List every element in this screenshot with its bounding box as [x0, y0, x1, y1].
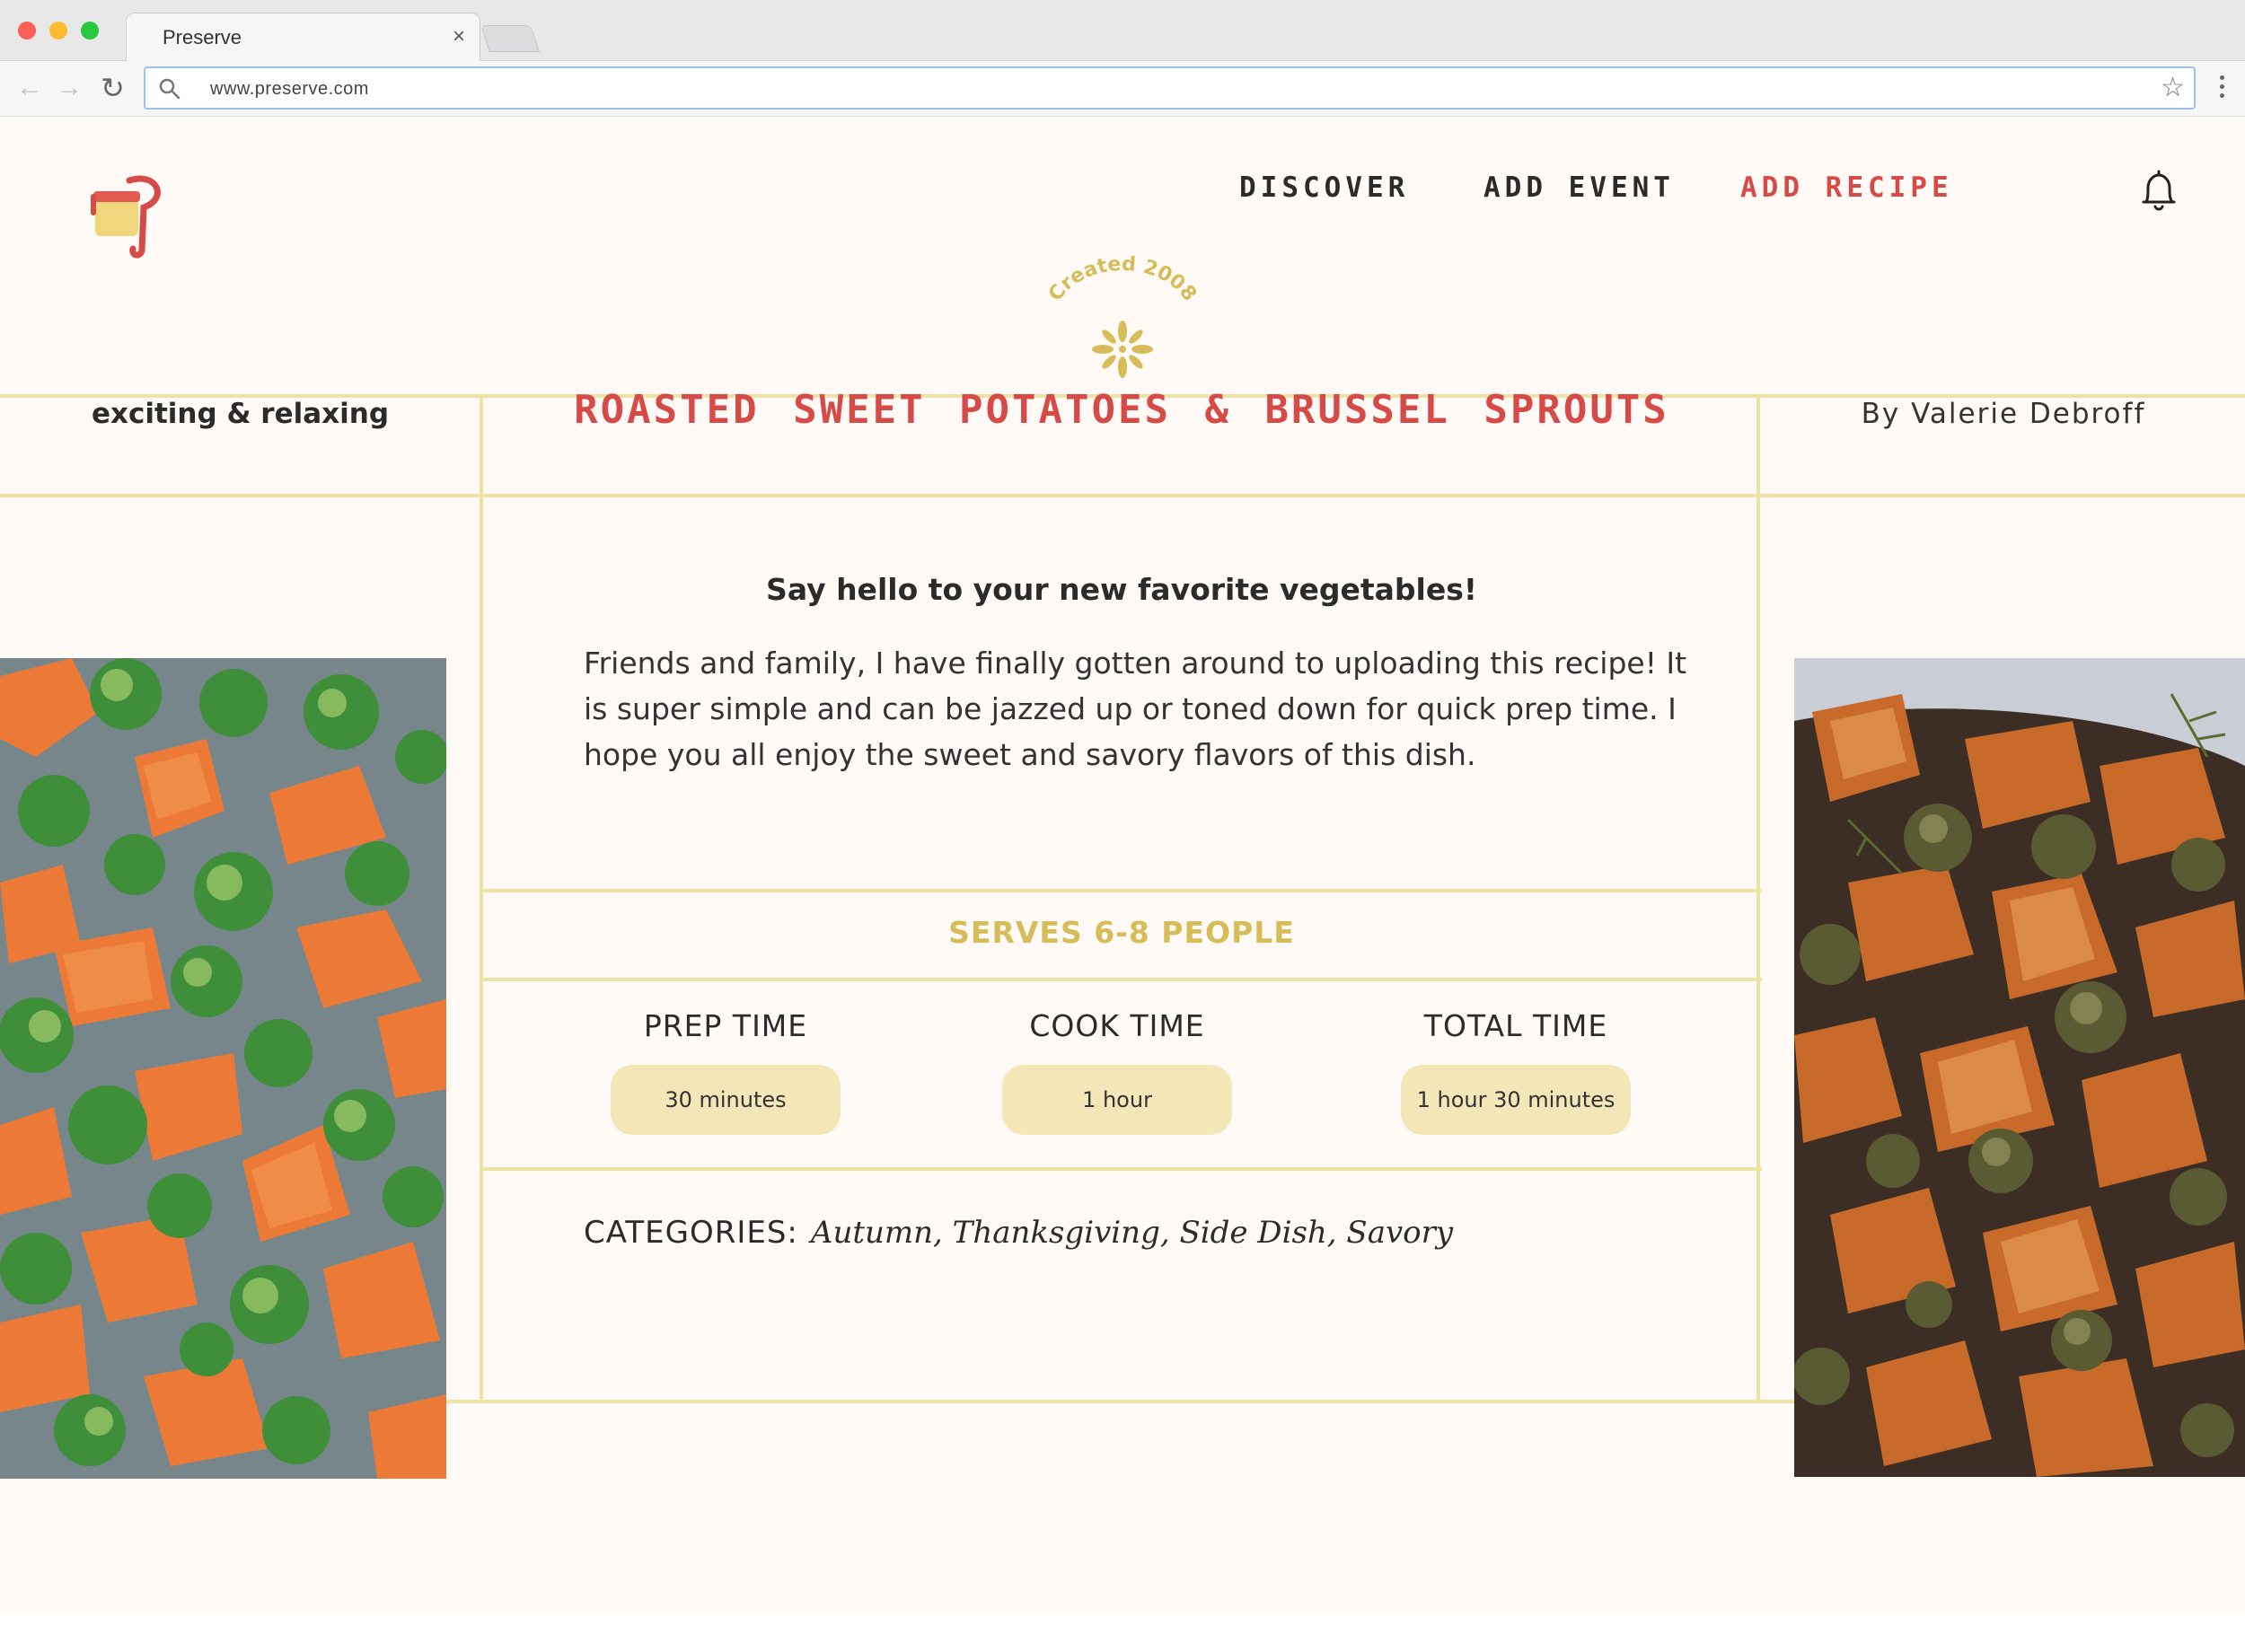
badge-text: Created 2008 — [1044, 253, 1201, 306]
total-time-label: TOTAL TIME — [1423, 1008, 1608, 1043]
prep-time-value: 30 minutes — [611, 1065, 841, 1135]
divider-serves-bottom — [483, 978, 1762, 981]
window-minimize-button[interactable] — [49, 22, 67, 40]
browser-tab[interactable]: Preserve × — [126, 13, 480, 63]
divider-header-bottom — [0, 494, 2245, 497]
reload-icon[interactable]: ↻ — [101, 72, 125, 104]
prep-time: PREP TIME 30 minutes — [573, 1008, 878, 1135]
recipe-title: ROASTED SWEET POTATOES & BRUSSEL SPROUTS — [574, 387, 1669, 433]
search-icon — [159, 78, 180, 100]
created-badge: Created 2008 — [1044, 253, 1201, 378]
categories: CATEGORIES: Autumn, Thanksgiving, Side Di… — [584, 1215, 1453, 1251]
jar-logo-icon[interactable] — [90, 171, 171, 261]
browser-toolbar: ← → ↻ www.preserve.com ☆ — [0, 61, 2245, 117]
cook-time: COOK TIME 1 hour — [964, 1008, 1270, 1135]
tab-title: Preserve — [163, 26, 242, 48]
roasted-vegetables-bowl-photo — [1794, 658, 2245, 1477]
bell-icon[interactable] — [2139, 170, 2179, 213]
divider-serves-top — [483, 889, 1762, 892]
menu-dots-icon[interactable] — [2220, 75, 2225, 102]
recipe-description: Friends and family, I have finally gotte… — [584, 646, 1687, 772]
url-text[interactable]: www.preserve.com — [210, 79, 369, 100]
nav-discover[interactable]: DISCOVER — [1239, 171, 1409, 204]
cook-time-value: 1 hour — [1002, 1065, 1232, 1135]
back-arrow-icon[interactable]: ← — [16, 72, 43, 104]
new-tab-button[interactable] — [480, 25, 540, 52]
divider-left — [480, 394, 483, 1403]
forward-arrow-icon[interactable]: → — [56, 72, 83, 104]
categories-label: CATEGORIES: — [584, 1215, 798, 1251]
window-close-button[interactable] — [18, 22, 36, 40]
author-name[interactable]: By Valerie Debroff — [1762, 398, 2245, 430]
nav-add-recipe[interactable]: ADD RECIPE — [1740, 171, 1953, 204]
recipe-subtitle: Say hello to your new favorite vegetable… — [766, 572, 1477, 607]
nav-add-event[interactable]: ADD EVENT — [1483, 171, 1675, 204]
tab-close-icon[interactable]: × — [453, 24, 465, 49]
page-bottom-margin — [0, 1612, 2245, 1652]
page-content: DISCOVER ADD EVENT ADD RECIPE Created 20… — [0, 118, 2245, 1612]
cook-time-label: COOK TIME — [1029, 1008, 1205, 1043]
flower-icon — [1092, 321, 1153, 378]
serves-text: SERVES 6-8 PEOPLE — [948, 915, 1295, 950]
total-time: TOTAL TIME 1 hour 30 minutes — [1363, 1008, 1668, 1135]
tagline: exciting & relaxing — [91, 398, 390, 430]
divider-times-bottom — [483, 1167, 1762, 1171]
browser-titlebar: Preserve × — [0, 0, 2245, 63]
window-zoom-button[interactable] — [81, 22, 99, 40]
star-icon[interactable]: ☆ — [2161, 74, 2185, 102]
prep-time-label: PREP TIME — [643, 1008, 808, 1043]
categories-list[interactable]: Autumn, Thanksgiving, Side Dish, Savory — [811, 1215, 1453, 1251]
divider-right — [1756, 394, 1760, 1403]
address-bar[interactable]: www.preserve.com ☆ — [144, 66, 2196, 110]
total-time-value: 1 hour 30 minutes — [1401, 1065, 1631, 1135]
roasted-vegetables-tray-photo — [0, 658, 446, 1479]
